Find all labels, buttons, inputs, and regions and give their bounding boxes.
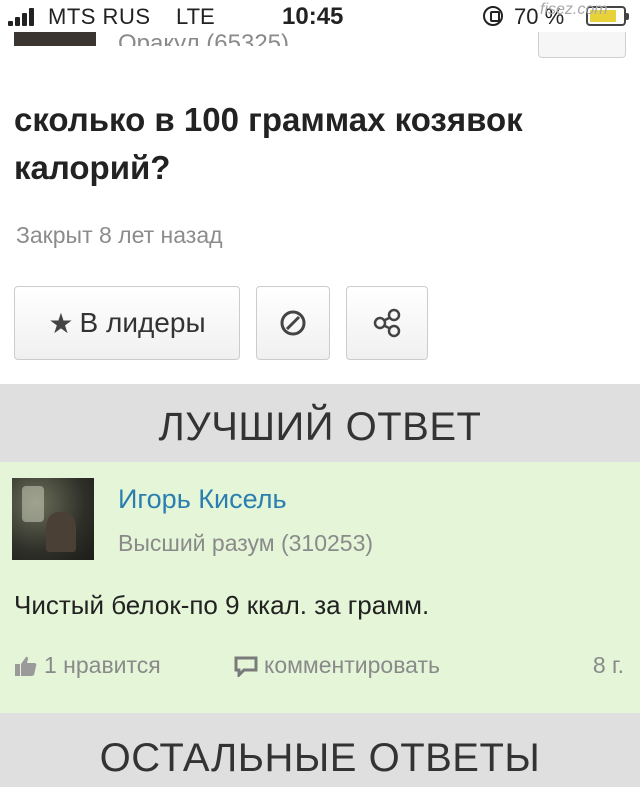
star-icon: ★: [48, 307, 74, 339]
comment-button[interactable]: комментировать: [234, 652, 440, 679]
share-button[interactable]: [346, 286, 428, 360]
question-status: Закрыт 8 лет назад: [16, 222, 223, 248]
share-icon: [373, 308, 401, 338]
answerer-name[interactable]: Игорь Кисель: [118, 484, 287, 515]
carrier-name: MTS RUS: [48, 4, 151, 29]
like-count-label: 1 нравится: [44, 652, 161, 678]
thumbs-up-icon: [15, 656, 37, 676]
answerer-avatar[interactable]: [12, 478, 94, 560]
best-answer-header: ЛУЧШИЙ ОТВЕТ: [0, 384, 640, 462]
like-button[interactable]: 1 нравится: [14, 652, 161, 679]
to-leaders-label: В лидеры: [79, 307, 206, 338]
best-answer-card: Игорь Кисель Высший разум (310253) Чисты…: [0, 462, 640, 713]
comment-icon: [234, 656, 258, 677]
asker-avatar[interactable]: [14, 32, 96, 46]
answerer-rank: Высший разум (310253): [118, 530, 374, 556]
answer-text: Чистый белок-по 9 ккал. за грамм.: [14, 590, 430, 620]
clock: 10:45: [282, 3, 344, 30]
other-answers-header: ОСТАЛЬНЫЕ ОТВЕТЫ: [0, 713, 640, 787]
answer-age: 8 г.: [592, 652, 624, 678]
signal-icon: [8, 8, 42, 26]
block-icon: [280, 310, 306, 336]
to-leaders-button[interactable]: ★ В лидеры: [14, 286, 240, 360]
rotation-lock-icon: [483, 6, 503, 26]
network-type: LTE: [176, 4, 215, 29]
question-title: сколько в 100 граммах козявок калорий?: [14, 101, 523, 186]
comment-label: комментировать: [264, 652, 440, 678]
report-button[interactable]: [256, 286, 330, 360]
watermark: fisez.com: [540, 1, 608, 18]
